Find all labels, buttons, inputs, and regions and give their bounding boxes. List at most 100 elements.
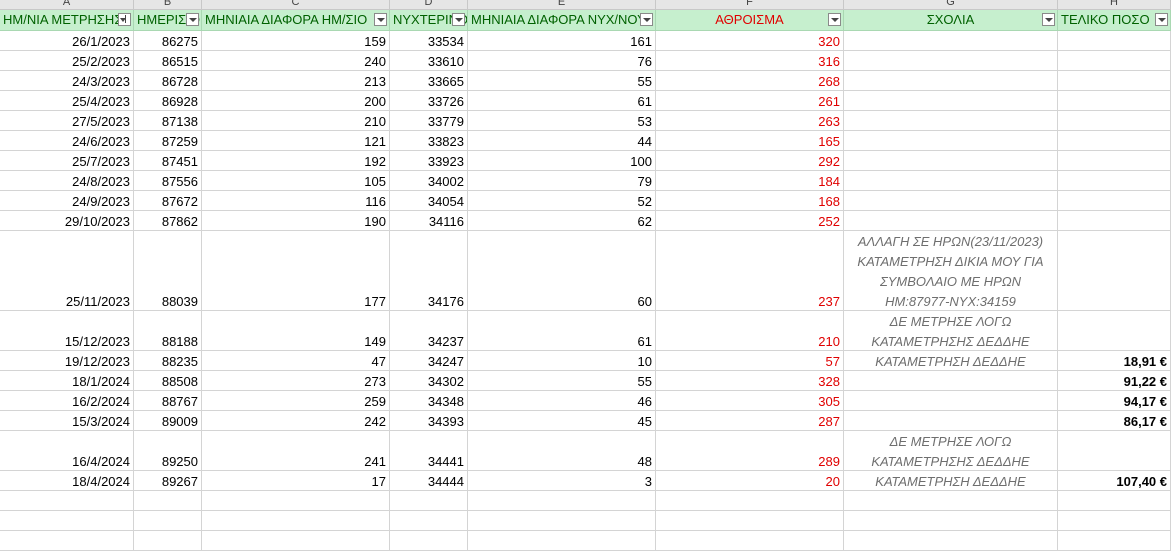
column-header-g[interactable]: G: [844, 0, 1058, 10]
cell-final[interactable]: [1058, 31, 1171, 51]
cell-night-diff[interactable]: 79: [468, 171, 656, 191]
cell-night[interactable]: 34444: [390, 471, 468, 491]
cell-comment[interactable]: [844, 191, 1058, 211]
cell-day-diff[interactable]: 116: [202, 191, 390, 211]
cell-day-diff[interactable]: 192: [202, 151, 390, 171]
column-header-b[interactable]: B: [134, 0, 202, 10]
cell-date[interactable]: 15/12/2023: [0, 311, 134, 351]
empty-cell[interactable]: [0, 511, 134, 531]
cell-comment[interactable]: [844, 31, 1058, 51]
header-cell-4[interactable]: ΝΥΧΤΕΡΙΝΟ: [390, 10, 468, 31]
cell-night-diff[interactable]: 44: [468, 131, 656, 151]
cell-comment[interactable]: [844, 131, 1058, 151]
filter-dropdown-icon[interactable]: [374, 13, 387, 26]
cell-day-diff[interactable]: 240: [202, 51, 390, 71]
cell-final[interactable]: 86,17 €: [1058, 411, 1171, 431]
cell-day[interactable]: 89267: [134, 471, 202, 491]
cell-day[interactable]: 88508: [134, 371, 202, 391]
cell-date[interactable]: 15/3/2024: [0, 411, 134, 431]
cell-date[interactable]: 25/4/2023: [0, 91, 134, 111]
column-header-e[interactable]: E: [468, 0, 656, 10]
cell-sum[interactable]: 316: [656, 51, 844, 71]
cell-night-diff[interactable]: 53: [468, 111, 656, 131]
cell-night-diff[interactable]: 62: [468, 211, 656, 231]
cell-day-diff[interactable]: 241: [202, 431, 390, 471]
empty-cell[interactable]: [844, 511, 1058, 531]
cell-night[interactable]: 34002: [390, 171, 468, 191]
empty-cell[interactable]: [390, 491, 468, 511]
cell-final[interactable]: [1058, 91, 1171, 111]
cell-night[interactable]: 34116: [390, 211, 468, 231]
cell-night-diff[interactable]: 61: [468, 311, 656, 351]
cell-final[interactable]: [1058, 71, 1171, 91]
empty-cell[interactable]: [1058, 511, 1171, 531]
cell-day-diff[interactable]: 105: [202, 171, 390, 191]
cell-night-diff[interactable]: 10: [468, 351, 656, 371]
cell-day[interactable]: 88188: [134, 311, 202, 351]
cell-day[interactable]: 87451: [134, 151, 202, 171]
empty-cell[interactable]: [390, 531, 468, 551]
empty-cell[interactable]: [656, 511, 844, 531]
cell-day[interactable]: 87862: [134, 211, 202, 231]
cell-day-diff[interactable]: 190: [202, 211, 390, 231]
cell-night[interactable]: 33610: [390, 51, 468, 71]
empty-cell[interactable]: [1058, 531, 1171, 551]
empty-cell[interactable]: [202, 491, 390, 511]
cell-night[interactable]: 34176: [390, 231, 468, 311]
cell-night[interactable]: 34393: [390, 411, 468, 431]
filter-dropdown-icon[interactable]: [452, 13, 465, 26]
cell-night[interactable]: 34302: [390, 371, 468, 391]
cell-date[interactable]: 24/9/2023: [0, 191, 134, 211]
cell-day-diff[interactable]: 273: [202, 371, 390, 391]
cell-sum[interactable]: 287: [656, 411, 844, 431]
filter-dropdown-icon[interactable]: [1155, 13, 1168, 26]
header-cell-5[interactable]: ΜΗΝΙΑΙΑ ΔΙΑΦΟΡΑ ΝΥΧ/ΝΟΥ: [468, 10, 656, 31]
column-header-a[interactable]: A: [0, 0, 134, 10]
cell-date[interactable]: 18/4/2024: [0, 471, 134, 491]
cell-date[interactable]: 24/3/2023: [0, 71, 134, 91]
cell-comment[interactable]: [844, 111, 1058, 131]
cell-day[interactable]: 88235: [134, 351, 202, 371]
cell-sum[interactable]: 320: [656, 31, 844, 51]
cell-sum[interactable]: 237: [656, 231, 844, 311]
filter-dropdown-icon[interactable]: [186, 13, 199, 26]
cell-date[interactable]: 16/4/2024: [0, 431, 134, 471]
cell-night[interactable]: 33726: [390, 91, 468, 111]
cell-final[interactable]: 18,91 €: [1058, 351, 1171, 371]
cell-sum[interactable]: 261: [656, 91, 844, 111]
empty-cell[interactable]: [134, 491, 202, 511]
cell-sum[interactable]: 268: [656, 71, 844, 91]
cell-night[interactable]: 34348: [390, 391, 468, 411]
cell-date[interactable]: 26/1/2023: [0, 31, 134, 51]
filter-dropdown-icon[interactable]: [640, 13, 653, 26]
empty-cell[interactable]: [390, 511, 468, 531]
cell-day[interactable]: 86728: [134, 71, 202, 91]
cell-day[interactable]: 88767: [134, 391, 202, 411]
cell-date[interactable]: 16/2/2024: [0, 391, 134, 411]
cell-day[interactable]: 87259: [134, 131, 202, 151]
cell-night-diff[interactable]: 61: [468, 91, 656, 111]
column-header-c[interactable]: C: [202, 0, 390, 10]
cell-final[interactable]: [1058, 191, 1171, 211]
cell-sum[interactable]: 305: [656, 391, 844, 411]
empty-cell[interactable]: [844, 531, 1058, 551]
cell-sum[interactable]: 289: [656, 431, 844, 471]
cell-sum[interactable]: 263: [656, 111, 844, 131]
cell-sum[interactable]: 20: [656, 471, 844, 491]
cell-comment[interactable]: [844, 371, 1058, 391]
cell-sum[interactable]: 184: [656, 171, 844, 191]
cell-night[interactable]: 33779: [390, 111, 468, 131]
empty-cell[interactable]: [844, 491, 1058, 511]
cell-comment[interactable]: ΔΕ ΜΕΤΡΗΣΕ ΛΟΓΩ ΚΑΤΑΜΕΤΡΗΣΗΣ ΔΕΔΔΗΕ: [844, 431, 1058, 471]
cell-final[interactable]: 91,22 €: [1058, 371, 1171, 391]
cell-night-diff[interactable]: 52: [468, 191, 656, 211]
column-header-h[interactable]: H: [1058, 0, 1171, 10]
cell-day-diff[interactable]: 149: [202, 311, 390, 351]
header-cell-6[interactable]: ΑΘΡΟΙΣΜΑ: [656, 10, 844, 31]
cell-comment[interactable]: ΑΛΛΑΓΗ ΣΕ ΗΡΩΝ(23/11/2023) ΚΑΤΑΜΕΤΡΗΣΗ ΔΙ…: [844, 231, 1058, 311]
cell-sum[interactable]: 252: [656, 211, 844, 231]
cell-final[interactable]: 94,17 €: [1058, 391, 1171, 411]
cell-night[interactable]: 33923: [390, 151, 468, 171]
cell-comment[interactable]: ΚΑΤΑΜΕΤΡΗΣΗ ΔΕΔΔΗΕ: [844, 471, 1058, 491]
cell-day[interactable]: 89009: [134, 411, 202, 431]
